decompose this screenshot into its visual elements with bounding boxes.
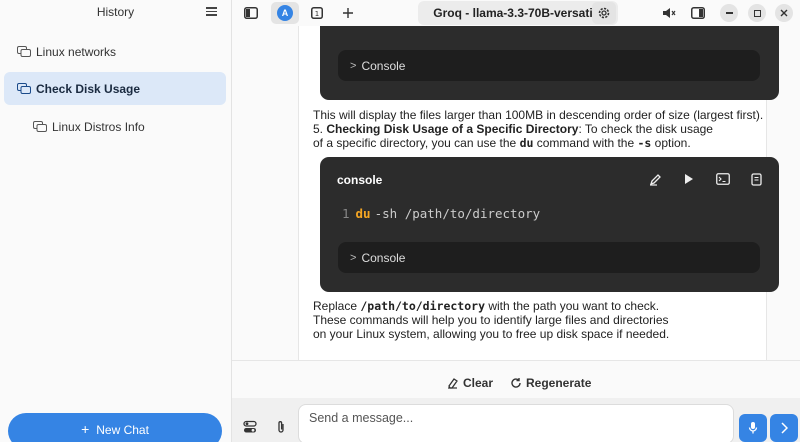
paragraph-result: This will display the files larger than …	[313, 108, 764, 122]
send-button[interactable]	[770, 414, 798, 442]
regenerate-label: Regenerate	[526, 376, 592, 390]
new-chat-button[interactable]: + New Chat	[8, 413, 222, 442]
inline-code-path: /path/to/directory	[360, 299, 485, 313]
model-label: Groq - llama-3.3-70B-versatile	[433, 6, 603, 20]
model-settings-button[interactable]	[592, 2, 616, 24]
code-language: console	[337, 173, 383, 187]
quick-settings-button[interactable]	[242, 419, 258, 435]
svg-text:1: 1	[315, 10, 319, 18]
message-input[interactable]	[298, 404, 734, 442]
gear-icon	[598, 7, 610, 19]
list-item-5-title: Checking Disk Usage of a Specific Direct…	[326, 122, 579, 136]
chevron-right-icon	[781, 422, 788, 434]
avatar: A	[277, 5, 293, 21]
copy-code-button[interactable]	[747, 171, 767, 187]
sidebar-icon	[244, 7, 258, 19]
chevron-right-icon: >	[350, 251, 357, 264]
toggle-icon	[243, 420, 257, 433]
tab-counter-icon: 1	[311, 7, 323, 19]
sidebar: History Linux networks Check Disk Usage …	[0, 0, 232, 442]
assistant-button[interactable]: A	[271, 2, 299, 24]
edit-code-button[interactable]	[645, 171, 665, 187]
toggle-panel-button[interactable]	[685, 2, 711, 24]
console-toggle[interactable]: > Console	[338, 242, 760, 273]
close-button[interactable]	[775, 4, 793, 22]
history-item-label: Linux networks	[36, 44, 117, 59]
line-number: 1	[342, 206, 350, 221]
new-tab-button[interactable]	[335, 2, 361, 24]
chat-icon	[17, 45, 31, 57]
close-icon	[780, 9, 788, 17]
clear-label: Clear	[463, 376, 494, 390]
minimize-icon	[725, 12, 733, 14]
new-chat-label: New Chat	[96, 423, 149, 437]
edit-icon	[649, 173, 661, 186]
paperclip-icon	[278, 421, 284, 433]
code-line: 1 du -sh /path/to/directory	[342, 206, 540, 221]
history-item-label: Check Disk Usage	[36, 81, 141, 96]
open-terminal-button[interactable]	[713, 171, 733, 187]
code-block-previous: > Console	[320, 26, 779, 100]
regenerate-button[interactable]: Regenerate	[510, 375, 591, 391]
code-keyword: du	[355, 206, 371, 221]
list-item-5-continued: of a specific directory, you can use the…	[313, 136, 691, 150]
paragraph-summary-2: on your Linux system, allowing you to fr…	[313, 327, 670, 341]
speaker-muted-icon	[663, 8, 676, 18]
sidebar-header: History	[0, 0, 231, 26]
inline-code-s: -s	[637, 136, 652, 150]
maximize-icon	[753, 9, 761, 17]
divider	[232, 360, 800, 361]
microphone-icon	[748, 422, 758, 434]
maximize-button[interactable]	[748, 4, 766, 22]
eraser-icon	[448, 378, 458, 389]
mute-button[interactable]	[656, 2, 682, 24]
toggle-sidebar-button[interactable]	[238, 2, 264, 24]
list-item-5: 5. Checking Disk Usage of a Specific Dir…	[313, 122, 713, 136]
header-bar: A 1 Groq - llama-3.3-70B-versatile	[232, 0, 800, 26]
menu-icon[interactable]	[206, 5, 217, 19]
panel-icon	[691, 7, 705, 19]
model-selector-button[interactable]: Groq - llama-3.3-70B-versatile	[418, 1, 618, 25]
play-icon	[685, 174, 693, 184]
minimize-button[interactable]	[720, 4, 738, 22]
console-label: Console	[361, 250, 406, 265]
chat-icon	[33, 120, 47, 132]
code-toolbar	[645, 171, 767, 187]
code-args: -sh /path/to/directory	[374, 206, 541, 221]
plus-icon: +	[81, 421, 90, 437]
chevron-right-icon: >	[350, 59, 357, 72]
history-item-linux-distros-info[interactable]: Linux Distros Info	[33, 110, 218, 143]
history-item-label: Linux Distros Info	[52, 119, 145, 134]
inline-code-du: du	[519, 136, 534, 150]
console-toggle[interactable]: > Console	[338, 50, 760, 81]
history-item-check-disk-usage[interactable]: Check Disk Usage	[4, 72, 226, 105]
code-block: console 1 du -sh /path/to/directory > Cons…	[320, 157, 779, 292]
paragraph-replace: Replace /path/to/directory with the path…	[313, 299, 660, 313]
paragraph-summary-1: These commands will help you to identify…	[313, 313, 669, 327]
voice-input-button[interactable]	[739, 414, 767, 442]
attach-button[interactable]	[273, 419, 289, 435]
console-label: Console	[361, 58, 406, 73]
refresh-icon	[511, 378, 521, 388]
history-item-linux-networks[interactable]: Linux networks	[17, 35, 217, 68]
plus-icon	[343, 8, 353, 18]
chat-icon	[17, 82, 31, 94]
run-code-button[interactable]	[679, 171, 699, 187]
copy-icon	[751, 172, 762, 186]
chat-scroll-area[interactable]: > Console This will display the files la…	[232, 26, 800, 360]
tab-overview-button[interactable]: 1	[304, 2, 330, 24]
clear-button[interactable]: Clear	[447, 375, 493, 391]
sidebar-title: History	[96, 5, 135, 19]
terminal-icon	[716, 173, 730, 185]
